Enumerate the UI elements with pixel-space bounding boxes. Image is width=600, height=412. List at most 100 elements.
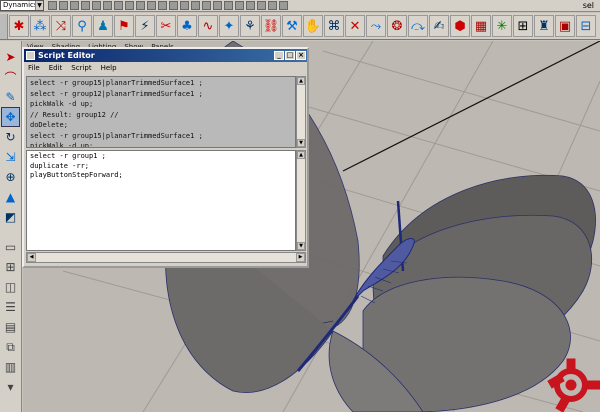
scroll-right-icon[interactable]: ▶: [296, 253, 305, 262]
mask-icon[interactable]: [169, 1, 178, 10]
scroll-down-icon[interactable]: ▼: [297, 139, 305, 147]
gravity-icon[interactable]: ⚲: [72, 15, 92, 37]
outliner-layout-icon[interactable]: ☰: [1, 297, 20, 317]
menu-file[interactable]: File: [28, 64, 40, 72]
close-icon[interactable]: ×: [296, 51, 306, 60]
history-pane[interactable]: select -r group15|planarTrimmedSurface1 …: [26, 76, 296, 148]
mask-icon[interactable]: [191, 1, 200, 10]
attribute-editor-icon[interactable]: ⊟: [576, 15, 596, 37]
mask-icon[interactable]: [136, 1, 145, 10]
lasso-tool-icon[interactable]: ⌒: [1, 67, 20, 87]
hypershade-icon[interactable]: ⊞: [513, 15, 533, 37]
window-title: Script Editor: [38, 51, 95, 60]
select-tool-icon[interactable]: ➤: [1, 47, 20, 67]
save-scene-icon[interactable]: [70, 1, 79, 10]
menu-set-value: Dynamics: [3, 1, 38, 9]
star-tool-icon[interactable]: ✳: [492, 15, 512, 37]
status-line: Dynamics ▼ sel: [0, 0, 600, 12]
scroll-down-icon[interactable]: ▼: [297, 242, 305, 250]
open-scene-icon[interactable]: [59, 1, 68, 10]
ipr-render-icon[interactable]: [268, 1, 277, 10]
paint-select-icon[interactable]: ✎: [1, 87, 20, 107]
snap-view-icon[interactable]: [235, 1, 244, 10]
collision-icon[interactable]: ⚡: [135, 15, 155, 37]
wave-deformer-icon[interactable]: ⤳: [366, 15, 386, 37]
field-icon[interactable]: ⤨: [51, 15, 71, 37]
mask-icon[interactable]: [158, 1, 167, 10]
snap-grid-icon[interactable]: [202, 1, 211, 10]
hypergraph-layout-icon[interactable]: ⧉: [1, 337, 20, 357]
mask-icon[interactable]: [147, 1, 156, 10]
constraint-icon[interactable]: ✂: [156, 15, 176, 37]
toolbox: ➤ ⌒ ✎ ✥ ↻ ⇲ ⊕ ▲ ◩ ▭ ⊞ ◫ ☰ ▤ ⧉ ▥ ▾: [0, 41, 22, 412]
cluster-icon[interactable]: ✕: [345, 15, 365, 37]
maximize-icon[interactable]: □: [285, 51, 295, 60]
universal-manip-icon[interactable]: ⊕: [1, 167, 20, 187]
history-icon[interactable]: [246, 1, 255, 10]
menu-edit[interactable]: Edit: [49, 64, 63, 72]
toolbox-collapse-icon[interactable]: ▾: [1, 377, 20, 397]
single-view-layout-icon[interactable]: ▭: [1, 237, 20, 257]
render-view-icon[interactable]: ▣: [555, 15, 575, 37]
script-input-pane[interactable]: select -r group1 ; duplicate -rr; playBu…: [26, 150, 296, 251]
mask-icon[interactable]: [180, 1, 189, 10]
soft-mod-icon[interactable]: ▲: [1, 187, 20, 207]
select-hierarchy-icon[interactable]: [81, 1, 90, 10]
script-editor-window: Script Editor _ □ × File Edit Script Hel…: [22, 47, 309, 268]
spring-icon[interactable]: ∿: [198, 15, 218, 37]
move-tool-icon[interactable]: ✥: [1, 107, 20, 127]
dynamics-runner-icon[interactable]: ♟: [93, 15, 113, 37]
skeleton-icon[interactable]: ⚘: [240, 15, 260, 37]
menu-help[interactable]: Help: [101, 64, 117, 72]
input-horizontal-scrollbar[interactable]: ◀ ▶: [26, 252, 306, 263]
selection-field-label: sel: [582, 1, 594, 10]
menu-set-dropdown[interactable]: Dynamics ▼: [0, 0, 44, 11]
status-line-icons: [48, 1, 288, 10]
minimize-icon[interactable]: _: [274, 51, 284, 60]
new-scene-icon[interactable]: [48, 1, 57, 10]
scale-tool-icon[interactable]: ⇲: [1, 147, 20, 167]
two-view-layout-icon[interactable]: ◫: [1, 277, 20, 297]
snap-curve-icon[interactable]: [213, 1, 222, 10]
graph-editor-icon[interactable]: ▦: [471, 15, 491, 37]
select-object-icon[interactable]: [92, 1, 101, 10]
turbulence-icon[interactable]: ✦: [219, 15, 239, 37]
wire-deformer-icon[interactable]: ⤼: [408, 15, 428, 37]
shelf: ✱ ⁂ ⤨ ⚲ ♟ ⚑ ⚡ ✂ ♣ ∿ ✦ ⚘ ⛓ ⚒ ✋ ⌘ ✕ ⤳ ❂ ⤼ …: [0, 13, 600, 40]
script-editor-menubar: File Edit Script Help: [24, 62, 307, 73]
lattice-icon[interactable]: ⌘: [324, 15, 344, 37]
render-icon[interactable]: [257, 1, 266, 10]
rigid-body-icon[interactable]: ⚑: [114, 15, 134, 37]
history-scrollbar[interactable]: ▲ ▼: [296, 76, 306, 148]
sculpt-icon[interactable]: ✍: [429, 15, 449, 37]
shelf-tabs-handle[interactable]: [0, 13, 8, 39]
snap-point-icon[interactable]: [224, 1, 233, 10]
scroll-left-icon[interactable]: ◀: [27, 253, 36, 262]
mask-icon[interactable]: [125, 1, 134, 10]
four-view-layout-icon[interactable]: ⊞: [1, 257, 20, 277]
keyframe-icon[interactable]: ⬢: [450, 15, 470, 37]
bind-skin-icon[interactable]: ✋: [303, 15, 323, 37]
rotate-tool-icon[interactable]: ↻: [1, 127, 20, 147]
chevron-down-icon: ▼: [35, 1, 43, 10]
grid-axis-line: [342, 41, 600, 172]
input-scrollbar[interactable]: ▲ ▼: [296, 150, 306, 251]
particle-tool-icon[interactable]: ✱: [9, 15, 29, 37]
mask-icon[interactable]: [114, 1, 123, 10]
blend-shape-icon[interactable]: ❂: [387, 15, 407, 37]
graph-layout-icon[interactable]: ▤: [1, 317, 20, 337]
ik-handle-icon[interactable]: ⚒: [282, 15, 302, 37]
menu-script[interactable]: Script: [71, 64, 91, 72]
character-icon[interactable]: ♜: [534, 15, 554, 37]
render-layout-icon[interactable]: ▥: [1, 357, 20, 377]
render-globals-icon[interactable]: [279, 1, 288, 10]
soft-body-icon[interactable]: ♣: [177, 15, 197, 37]
show-manip-icon[interactable]: ◩: [1, 207, 20, 227]
select-component-icon[interactable]: [103, 1, 112, 10]
script-editor-titlebar[interactable]: Script Editor _ □ ×: [24, 49, 307, 62]
scroll-up-icon[interactable]: ▲: [297, 151, 305, 159]
emitter-icon[interactable]: ⁂: [30, 15, 50, 37]
window-icon: [26, 51, 35, 60]
joint-icon[interactable]: ⛓: [261, 15, 281, 37]
scroll-up-icon[interactable]: ▲: [297, 77, 305, 85]
